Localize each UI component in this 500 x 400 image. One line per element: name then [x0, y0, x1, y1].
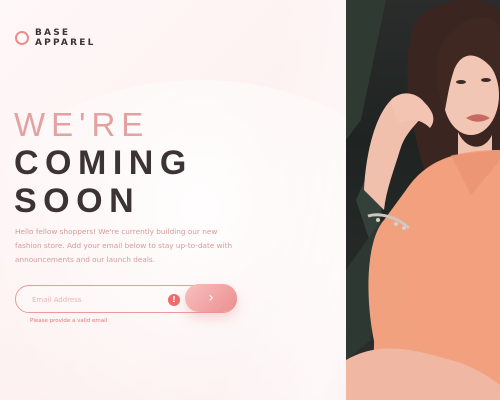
error-message: Please provide a valid email	[30, 318, 108, 324]
heading-line-3: SOON	[14, 182, 141, 220]
logo-text: BASE APPAREL	[35, 28, 96, 48]
heading-line-1: WE'RE	[14, 106, 150, 143]
error-icon: !	[168, 294, 180, 306]
logo-line-1: BASE	[35, 28, 71, 38]
brand-logo[interactable]: BASE APPAREL	[15, 28, 96, 48]
submit-button[interactable]: ›	[185, 284, 237, 312]
page-heading: WE'RE COMING SOON	[14, 106, 193, 220]
heading-line-2: COMING	[14, 144, 193, 182]
email-signup-form: ! ›	[15, 284, 237, 313]
chevron-right-icon: ›	[208, 290, 214, 306]
logo-ring-icon	[15, 31, 29, 45]
left-panel: BASE APPAREL WE'RE COMING SOON Hello fel…	[0, 0, 346, 400]
description-text: Hello fellow shoppers! We're currently b…	[15, 227, 233, 264]
email-input[interactable]	[30, 292, 164, 308]
hero-photo-illustration	[346, 0, 500, 400]
hero-image	[346, 0, 500, 400]
logo-line-2: APPAREL	[35, 38, 96, 48]
